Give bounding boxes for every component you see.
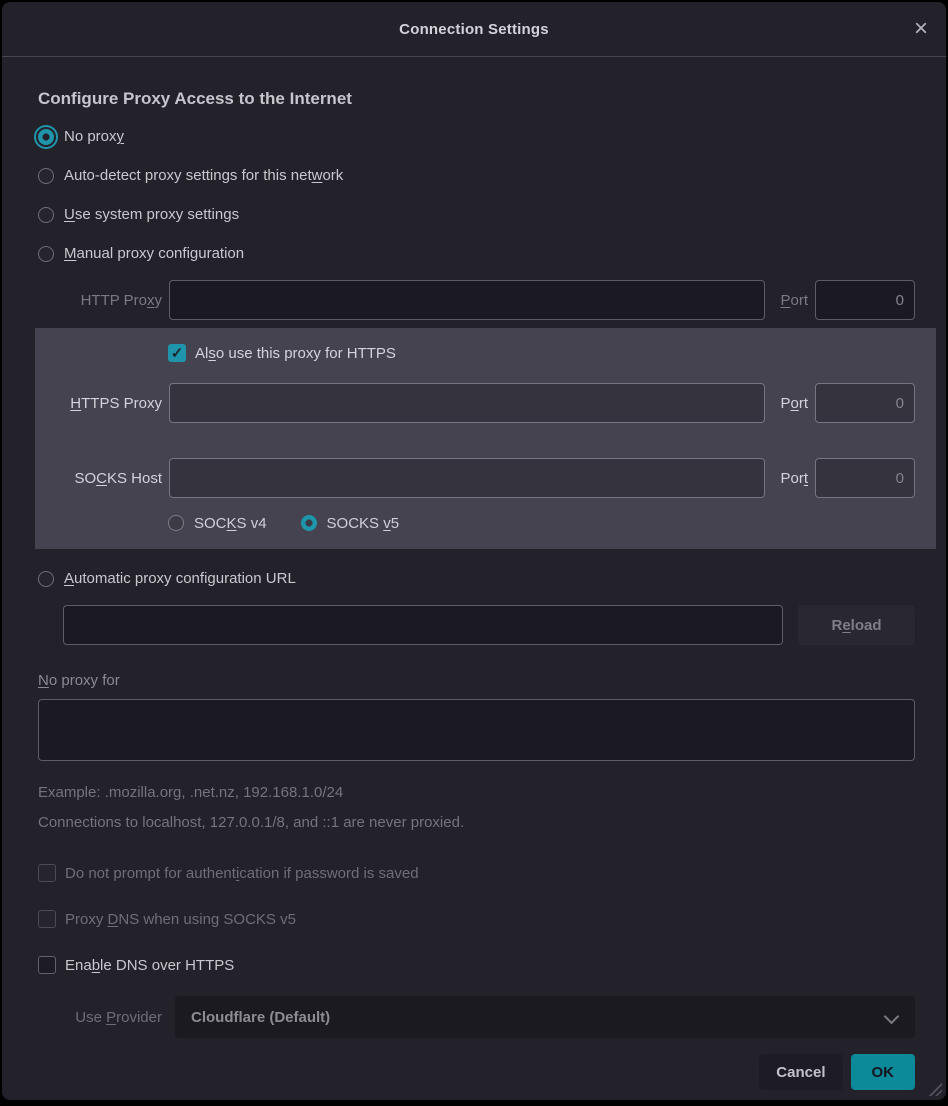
doh-checkbox[interactable] [38, 956, 56, 974]
no-proxy-example-text: Example: .mozilla.org, .net.nz, 192.168.… [38, 784, 915, 801]
socks-host-row: SOCKS Host Port [38, 457, 915, 499]
socks-port-label: Port [772, 470, 808, 487]
footer-buttons: Cancel OK [38, 1054, 915, 1090]
highlighted-section: ✓ Also use this proxy for HTTPS HTTPS Pr… [35, 328, 936, 549]
radio-row-use-system[interactable]: Use system proxy settings [38, 195, 915, 234]
radio-socks-v4[interactable] [168, 515, 184, 531]
radio-no-proxy[interactable] [38, 129, 54, 145]
http-proxy-input[interactable] [169, 280, 765, 320]
radio-use-system[interactable] [38, 207, 54, 223]
radio-row-auto-detect[interactable]: Auto-detect proxy settings for this netw… [38, 156, 915, 195]
radio-auto-url-label: Automatic proxy configuration URL [64, 570, 296, 587]
proxy-dns-checkbox[interactable] [38, 910, 56, 928]
radio-socks-v5-label: SOCKS v5 [327, 515, 400, 532]
proxy-dns-row[interactable]: Proxy DNS when using SOCKS v5 [38, 906, 915, 932]
no-prompt-checkbox[interactable] [38, 864, 56, 882]
provider-dropdown[interactable]: Cloudflare (Default) [175, 996, 915, 1038]
dialog-titlebar: Connection Settings × [2, 2, 946, 57]
radio-auto-detect[interactable] [38, 168, 54, 184]
radio-row-auto-url[interactable]: Automatic proxy configuration URL [38, 559, 915, 598]
page-title: Configure Proxy Access to the Internet [38, 89, 915, 109]
radio-socks-v5[interactable] [301, 515, 317, 531]
no-proxy-for-textarea[interactable] [38, 699, 915, 761]
doh-row[interactable]: Enable DNS over HTTPS [38, 952, 915, 978]
localhost-note-text: Connections to localhost, 127.0.0.1/8, a… [38, 814, 915, 831]
https-port-input[interactable] [815, 383, 915, 423]
radio-manual-label: Manual proxy configuration [64, 245, 244, 262]
radio-auto-url[interactable] [38, 571, 54, 587]
radio-use-system-label: Use system proxy settings [64, 206, 239, 223]
also-https-row[interactable]: ✓ Also use this proxy for HTTPS [168, 340, 915, 366]
socks-version-row: SOCKS v4 SOCKS v5 [168, 510, 915, 536]
https-proxy-input[interactable] [169, 383, 765, 423]
proxy-dns-label: Proxy DNS when using SOCKS v5 [65, 911, 296, 928]
no-prompt-row[interactable]: Do not prompt for authentication if pass… [38, 860, 915, 886]
check-icon: ✓ [171, 346, 184, 361]
also-https-label: Also use this proxy for HTTPS [195, 345, 396, 362]
https-port-label: Port [772, 395, 808, 412]
radio-socks-v4-label: SOCKS v4 [194, 515, 267, 532]
no-prompt-label: Do not prompt for authentication if pass… [65, 865, 419, 882]
radio-row-manual[interactable]: Manual proxy configuration [38, 234, 915, 273]
http-proxy-label: HTTP Proxy [38, 292, 162, 309]
http-port-label: Port [772, 292, 808, 309]
cancel-button[interactable]: Cancel [759, 1054, 842, 1090]
dialog-content: Configure Proxy Access to the Internet N… [2, 89, 946, 1090]
https-proxy-row: HTTPS Proxy Port [38, 382, 915, 424]
no-proxy-for-label: No proxy for [38, 672, 915, 689]
reload-button[interactable]: Reload [798, 605, 915, 645]
connection-settings-dialog: Connection Settings × Configure Proxy Ac… [2, 2, 946, 1100]
also-https-checkbox[interactable]: ✓ [168, 344, 186, 362]
radio-row-no-proxy[interactable]: No proxy [38, 117, 915, 156]
provider-selected-value: Cloudflare (Default) [191, 1009, 330, 1026]
use-provider-label: Use Provider [38, 1009, 162, 1026]
https-proxy-label: HTTPS Proxy [38, 395, 162, 412]
provider-row: Use Provider Cloudflare (Default) [38, 996, 915, 1038]
auto-url-input-row: Reload [63, 605, 915, 645]
socks-port-input[interactable] [815, 458, 915, 498]
http-proxy-row: HTTP Proxy Port [38, 279, 915, 321]
socks-host-input[interactable] [169, 458, 765, 498]
chevron-down-icon [884, 1009, 900, 1025]
close-icon[interactable]: × [914, 17, 928, 41]
ok-button[interactable]: OK [851, 1054, 916, 1090]
radio-auto-detect-label: Auto-detect proxy settings for this netw… [64, 167, 343, 184]
radio-manual[interactable] [38, 246, 54, 262]
http-port-input[interactable] [815, 280, 915, 320]
dialog-title: Connection Settings [399, 21, 549, 38]
auto-url-input[interactable] [63, 605, 783, 645]
socks-host-label: SOCKS Host [38, 470, 162, 487]
doh-label: Enable DNS over HTTPS [65, 957, 234, 974]
radio-no-proxy-label: No proxy [64, 128, 124, 145]
